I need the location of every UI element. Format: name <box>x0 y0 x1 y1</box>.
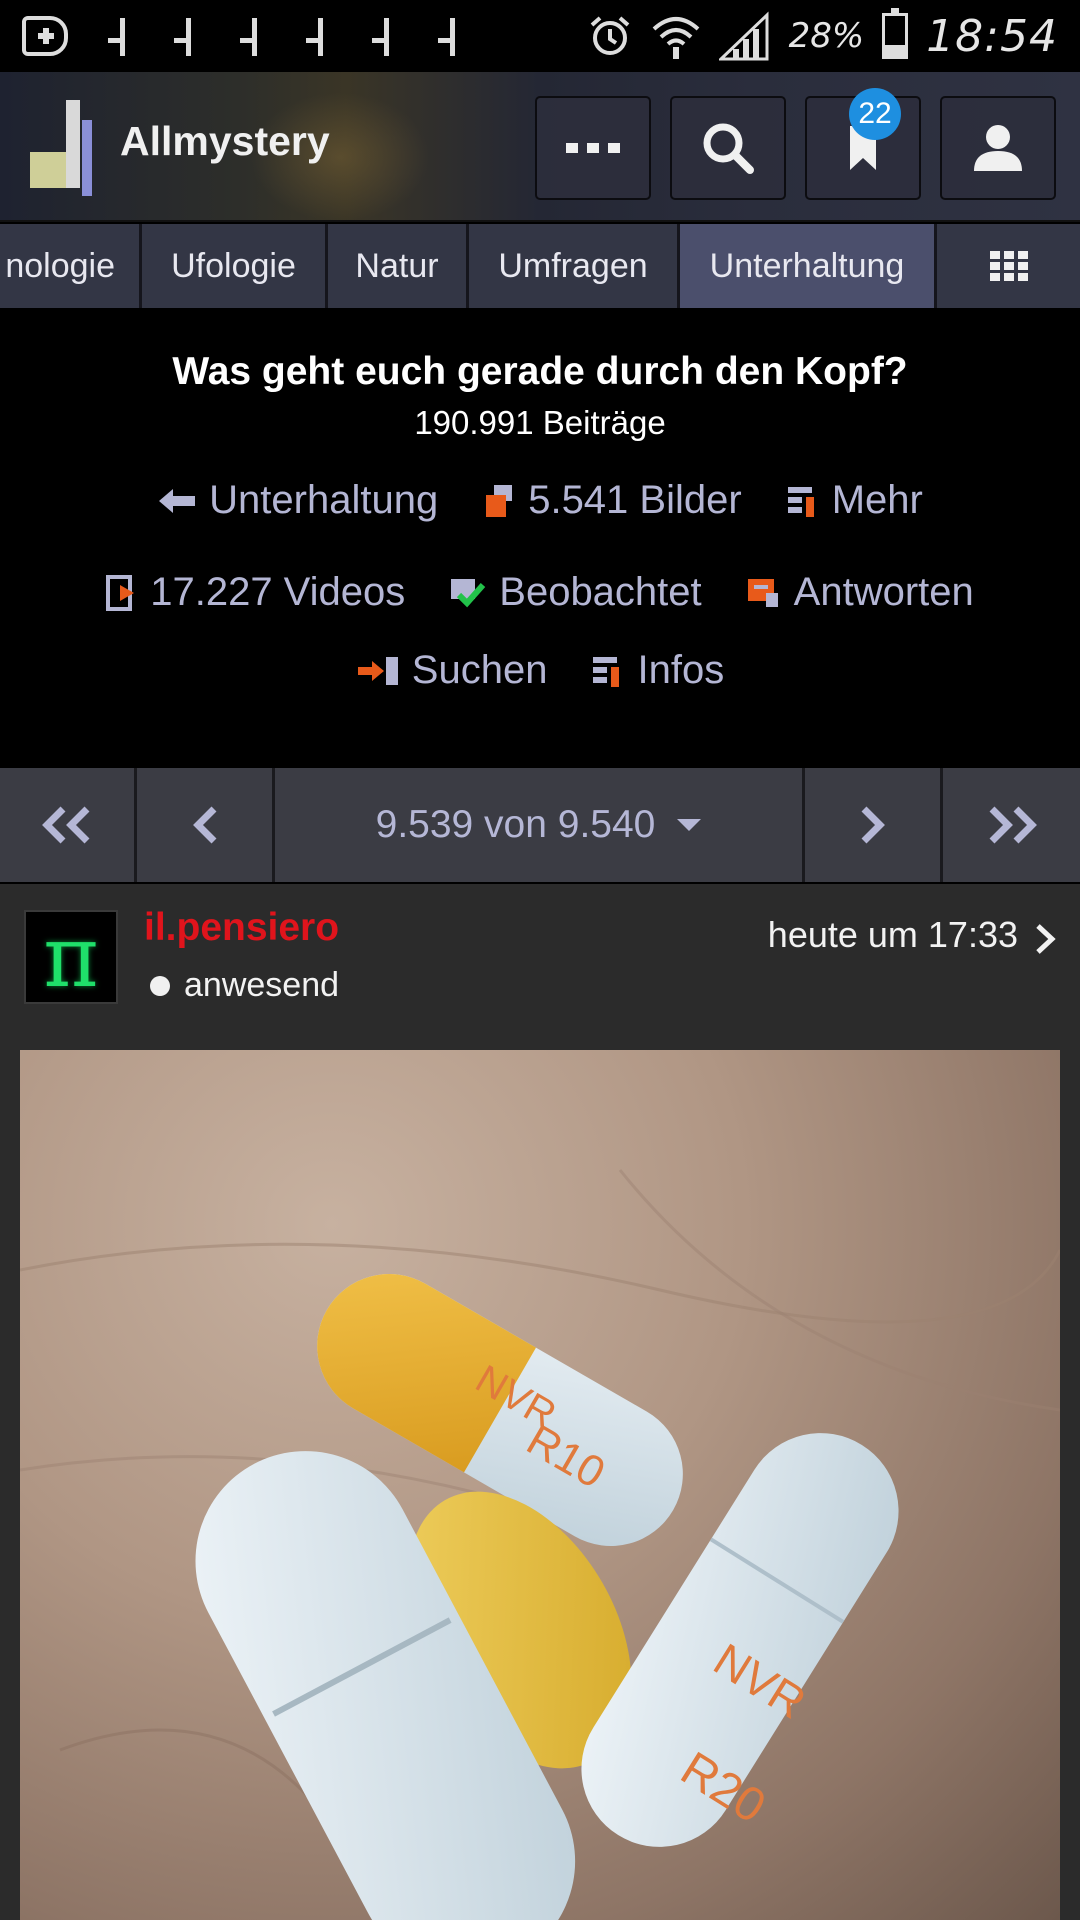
music-note-icon <box>370 16 398 56</box>
pills-photo: NVR R10 NVR R20 <box>20 1169 1060 1920</box>
watched-check-icon <box>451 578 486 607</box>
tab-umfragen[interactable]: Umfragen <box>469 224 680 308</box>
presence-status: anwesend <box>150 966 339 1005</box>
bookmark-count-badge: 22 <box>849 88 901 140</box>
site-name[interactable]: Allmystery <box>120 118 330 165</box>
page-indicator: 9.539 von 9.540 <box>375 803 656 846</box>
post-count: 190.991 Beiträge <box>414 404 666 441</box>
caret-down-icon <box>677 819 702 831</box>
music-note-icon <box>106 16 134 56</box>
music-note-icon <box>172 16 200 56</box>
add-box-icon <box>22 16 68 56</box>
videos-link[interactable]: 17.227 Videos <box>106 570 405 615</box>
watched-link[interactable]: Beobachtet <box>449 570 702 615</box>
thread-title: Was geht euch gerade durch den Kopf? <box>172 350 908 393</box>
music-note-icon <box>304 16 332 56</box>
thread-links-row-1: Unterhaltung 5.541 Bilder Mehr <box>0 478 1080 523</box>
site-header: Allmystery 22 <box>0 72 1080 222</box>
thread-header: Was geht euch gerade durch den Kopf? 190… <box>0 308 1080 768</box>
music-note-icon <box>436 16 464 56</box>
battery-icon <box>882 8 909 59</box>
post-author[interactable]: il.pensiero <box>144 906 339 950</box>
images-icon <box>486 484 513 517</box>
thread-links-row-2: 17.227 Videos Beobachtet Antworten <box>0 570 1080 615</box>
tab-ufologie[interactable]: Ufologie <box>142 224 328 308</box>
notification-icons <box>22 16 464 56</box>
bookmarks-button[interactable]: 22 <box>805 88 921 200</box>
reply-icon <box>747 578 778 607</box>
search-button[interactable] <box>670 96 786 200</box>
more-button[interactable] <box>535 96 651 200</box>
previous-page-button[interactable] <box>137 768 275 882</box>
tab-technologie[interactable]: nologie <box>0 224 142 308</box>
reply-link[interactable]: Antworten <box>746 570 974 615</box>
video-icon <box>106 574 135 611</box>
music-note-icon <box>238 16 266 56</box>
status-bar: 28% 18:54 <box>0 0 1080 72</box>
alarm-icon <box>590 16 629 55</box>
category-tabs: nologie Ufologie Natur Umfragen Unterhal… <box>0 224 1080 308</box>
double-chevron-right-icon <box>989 806 1037 844</box>
thread-links-row-3: Suchen Infos <box>0 648 1080 693</box>
first-page-button[interactable] <box>0 768 137 882</box>
clock: 18:54 <box>926 10 1058 62</box>
last-page-button[interactable] <box>943 768 1080 882</box>
back-to-category-link[interactable]: Unterhaltung <box>157 478 438 523</box>
search-enter-icon <box>357 656 398 685</box>
images-link[interactable]: 5.541 Bilder <box>482 478 742 523</box>
grid-icon <box>989 251 1028 281</box>
avatar[interactable]: π <box>24 908 118 1006</box>
info-link[interactable]: Infos <box>591 648 724 693</box>
profile-button[interactable] <box>940 96 1056 200</box>
tab-natur[interactable]: Natur <box>328 224 469 308</box>
info-icon <box>593 656 620 687</box>
chevron-right-icon <box>861 806 885 844</box>
site-logo[interactable] <box>30 100 96 196</box>
search-thread-link[interactable]: Suchen <box>356 648 547 693</box>
tab-unterhaltung[interactable]: Unterhaltung <box>680 224 937 308</box>
chevron-right-icon[interactable] <box>1034 922 1058 956</box>
post-image[interactable]: NVR R10 NVR R20 <box>20 1050 1060 1920</box>
all-categories-button[interactable] <box>937 224 1080 308</box>
info-list-icon <box>787 486 814 517</box>
search-icon <box>703 123 754 174</box>
post: π il.pensiero anwesend heute um 17:33 NV… <box>0 884 1080 1920</box>
pagination: 9.539 von 9.540 <box>0 768 1080 882</box>
more-icon <box>566 143 620 153</box>
signal-icon <box>718 11 769 61</box>
double-chevron-left-icon <box>42 806 90 844</box>
online-dot-icon <box>150 975 170 996</box>
page-selector[interactable]: 9.539 von 9.540 <box>275 768 805 882</box>
arrow-left-icon <box>159 488 196 513</box>
more-link[interactable]: Mehr <box>786 478 923 523</box>
post-timestamp[interactable]: heute um 17:33 <box>768 914 1018 956</box>
wifi-icon <box>652 17 699 59</box>
battery-percent: 28% <box>788 16 865 56</box>
chevron-left-icon <box>192 806 216 844</box>
user-icon <box>974 125 1022 171</box>
next-page-button[interactable] <box>805 768 943 882</box>
